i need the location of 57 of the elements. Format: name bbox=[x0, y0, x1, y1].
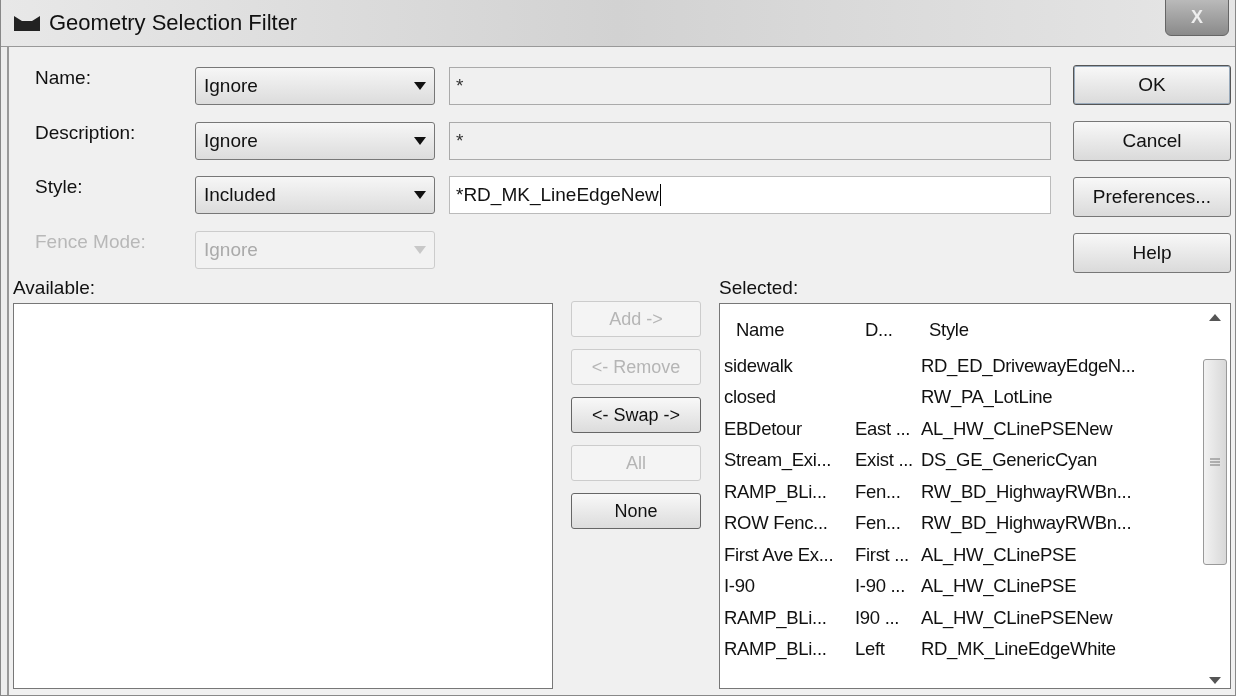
table-cell-text: Fen... bbox=[855, 480, 902, 503]
table-cell-text: RD_ED_DrivewayEdgeN... bbox=[921, 354, 1137, 377]
table-cell-text: I-90 ... bbox=[855, 575, 907, 598]
text-field[interactable]: *RD_MK_LineEdgeNew bbox=[449, 176, 1051, 215]
selected-list[interactable] bbox=[719, 303, 1231, 689]
list-label: Available: bbox=[13, 277, 97, 300]
table-cell-text: First ... bbox=[855, 543, 910, 566]
dropdown[interactable]: Ignore bbox=[195, 67, 435, 106]
table-cell-text: EBDetour bbox=[724, 417, 803, 440]
field-label: Style: bbox=[35, 175, 84, 198]
table-cell-text: East ... bbox=[855, 417, 912, 440]
transfer-button[interactable]: None bbox=[571, 493, 701, 529]
table-cell-text: RW_BD_HighwayRWBn... bbox=[921, 480, 1133, 503]
scroll-down-icon[interactable] bbox=[1209, 677, 1221, 684]
table-cell-text: RAMP_BLi... bbox=[724, 606, 828, 629]
dropdown[interactable]: Included bbox=[195, 176, 435, 215]
field-label: Fence Mode: bbox=[35, 229, 147, 253]
table-cell-text: ROW Fenc... bbox=[724, 512, 829, 535]
list-label: Selected: bbox=[719, 277, 800, 300]
table-cell-text: AL_HW_CLinePSE bbox=[921, 543, 1078, 566]
dropdown-arrow-icon bbox=[414, 136, 426, 145]
column-header[interactable]: Name bbox=[724, 319, 855, 341]
table-cell-text: RD_MK_LineEdgeWhite bbox=[921, 638, 1117, 661]
dialog-button[interactable]: Help bbox=[1073, 233, 1231, 273]
app-icon bbox=[13, 13, 41, 33]
table-cell-text: AL_HW_CLinePSENew bbox=[921, 417, 1114, 440]
table-cell-text: RW_BD_HighwayRWBn... bbox=[921, 512, 1133, 535]
field-label: Description: bbox=[35, 120, 137, 144]
table-cell-text: Fen... bbox=[855, 512, 902, 535]
table-cell-text: First Ave Ex... bbox=[724, 543, 835, 566]
table-cell-text: RAMP_BLi... bbox=[724, 480, 828, 503]
window-title: Geometry Selection Filter bbox=[49, 10, 298, 36]
column-header[interactable]: Style bbox=[921, 319, 1200, 341]
scroll-up-icon[interactable] bbox=[1209, 314, 1221, 321]
dialog-button[interactable]: OK bbox=[1073, 65, 1231, 105]
table-cell-text: Exist ... bbox=[855, 449, 914, 472]
table-cell-text: AL_HW_CLinePSENew bbox=[921, 606, 1114, 629]
scroll-thumb[interactable] bbox=[1203, 359, 1227, 565]
table-cell-text: sidewalk bbox=[724, 354, 794, 377]
table-cell-text: RW_PA_LotLine bbox=[921, 386, 1054, 409]
table-cell-text: closed bbox=[724, 386, 777, 409]
dropdown[interactable]: Ignore bbox=[195, 121, 435, 160]
dropdown-arrow-icon bbox=[414, 191, 426, 200]
table-cell-text: Stream_Exi... bbox=[724, 449, 833, 472]
column-header[interactable]: D... bbox=[855, 319, 921, 341]
transfer-button[interactable]: <- Swap -> bbox=[571, 397, 701, 433]
table-cell-text: AL_HW_CLinePSE bbox=[921, 575, 1078, 598]
table-cell-text: I90 ... bbox=[855, 606, 901, 629]
dropdown-arrow-icon bbox=[414, 82, 426, 91]
dialog-button[interactable]: Cancel bbox=[1073, 121, 1231, 161]
table-cell-text: I-90 bbox=[724, 575, 756, 598]
table-cell-text: DS_GE_GenericCyan bbox=[921, 449, 1098, 472]
dialog-button[interactable]: Preferences... bbox=[1073, 177, 1231, 217]
dropdown-arrow-icon bbox=[414, 245, 426, 254]
field-label: Name: bbox=[35, 66, 92, 89]
table-cell-text: RAMP_BLi... bbox=[724, 638, 828, 661]
table-cell-text: Left bbox=[855, 638, 886, 661]
